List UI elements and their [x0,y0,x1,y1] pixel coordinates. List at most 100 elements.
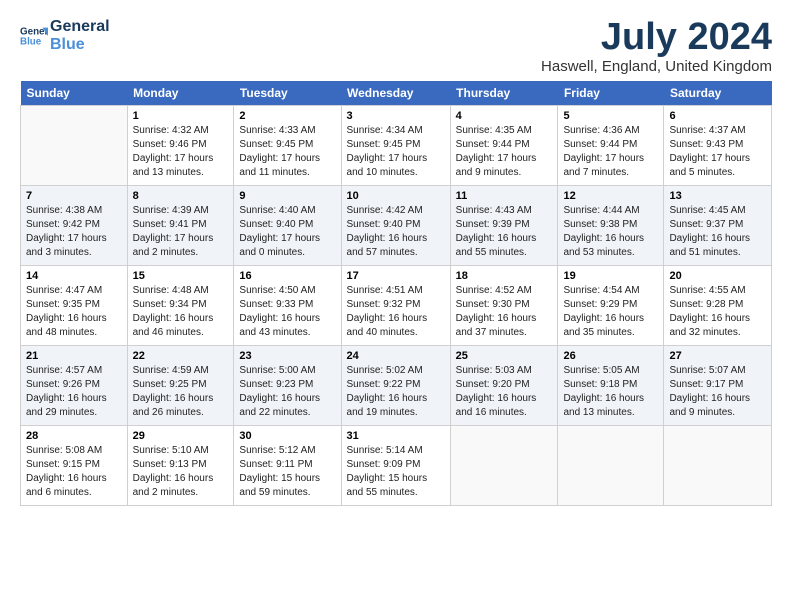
day-info: Sunrise: 5:10 AMSunset: 9:13 PMDaylight:… [133,444,229,500]
calendar-cell: 26 Sunrise: 5:05 AMSunset: 9:18 PMDayligh… [558,346,664,426]
day-info: Sunrise: 4:39 AMSunset: 9:41 PMDaylight:… [133,204,229,260]
day-number: 28 [26,430,122,442]
day-info: Sunrise: 4:38 AMSunset: 9:42 PMDaylight:… [26,204,122,260]
day-number: 29 [133,430,229,442]
day-number: 11 [456,190,553,202]
day-info: Sunrise: 4:54 AMSunset: 9:29 PMDaylight:… [563,284,658,340]
calendar-cell: 17 Sunrise: 4:51 AMSunset: 9:32 PMDayligh… [341,266,450,346]
day-info: Sunrise: 5:02 AMSunset: 9:22 PMDaylight:… [347,364,445,420]
day-number: 2 [239,110,335,122]
calendar-cell: 5Sunrise: 4:36 AMSunset: 9:44 PMDaylight… [558,106,664,186]
calendar-cell: 4Sunrise: 4:35 AMSunset: 9:44 PMDaylight… [450,106,558,186]
day-number: 31 [347,430,445,442]
day-number: 15 [133,270,229,282]
day-info: Sunrise: 5:05 AMSunset: 9:18 PMDaylight:… [563,364,658,420]
day-info: Sunrise: 5:12 AMSunset: 9:11 PMDaylight:… [239,444,335,500]
day-number: 8 [133,190,229,202]
calendar-week-row: 14 Sunrise: 4:47 AMSunset: 9:35 PMDayligh… [21,266,772,346]
header-wednesday: Wednesday [341,81,450,106]
calendar-cell: 11Sunrise: 4:43 AMSunset: 9:39 PMDayligh… [450,186,558,266]
svg-text:Blue: Blue [20,36,42,47]
header: General Blue General Blue July 2024 Hasw… [20,18,772,75]
calendar-cell: 8 Sunrise: 4:39 AMSunset: 9:41 PMDaylight… [127,186,234,266]
calendar-cell [558,426,664,506]
day-info: Sunrise: 4:59 AMSunset: 9:25 PMDaylight:… [133,364,229,420]
day-number: 23 [239,350,335,362]
day-number: 7 [26,190,122,202]
day-number: 4 [456,110,553,122]
day-info: Sunrise: 4:48 AMSunset: 9:34 PMDaylight:… [133,284,229,340]
calendar-week-row: 21Sunrise: 4:57 AMSunset: 9:26 PMDayligh… [21,346,772,426]
logo-text: General Blue [50,18,110,53]
day-info: Sunrise: 5:03 AMSunset: 9:20 PMDaylight:… [456,364,553,420]
day-info: Sunrise: 4:45 AMSunset: 9:37 PMDaylight:… [669,204,766,260]
day-info: Sunrise: 4:42 AMSunset: 9:40 PMDaylight:… [347,204,445,260]
calendar-cell: 12 Sunrise: 4:44 AMSunset: 9:38 PMDayligh… [558,186,664,266]
day-number: 24 [347,350,445,362]
day-number: 12 [563,190,658,202]
day-number: 19 [563,270,658,282]
header-tuesday: Tuesday [234,81,341,106]
calendar-cell: 18 Sunrise: 4:52 AMSunset: 9:30 PMDayligh… [450,266,558,346]
calendar-cell: 19 Sunrise: 4:54 AMSunset: 9:29 PMDayligh… [558,266,664,346]
calendar-cell: 15 Sunrise: 4:48 AMSunset: 9:34 PMDayligh… [127,266,234,346]
day-info: Sunrise: 4:34 AMSunset: 9:45 PMDaylight:… [347,124,445,180]
day-number: 16 [239,270,335,282]
calendar-cell: 14 Sunrise: 4:47 AMSunset: 9:35 PMDayligh… [21,266,128,346]
calendar-header: Sunday Monday Tuesday Wednesday Thursday… [21,81,772,106]
day-number: 10 [347,190,445,202]
day-info: Sunrise: 4:37 AMSunset: 9:43 PMDaylight:… [669,124,766,180]
calendar-cell: 9Sunrise: 4:40 AMSunset: 9:40 PMDaylight… [234,186,341,266]
day-number: 3 [347,110,445,122]
calendar-cell: 16Sunrise: 4:50 AMSunset: 9:33 PMDayligh… [234,266,341,346]
calendar-cell: 22 Sunrise: 4:59 AMSunset: 9:25 PMDayligh… [127,346,234,426]
header-saturday: Saturday [664,81,772,106]
page-container: General Blue General Blue July 2024 Hasw… [0,0,792,516]
day-number: 17 [347,270,445,282]
day-number: 13 [669,190,766,202]
calendar-table: Sunday Monday Tuesday Wednesday Thursday… [20,81,772,506]
calendar-cell [21,106,128,186]
calendar-cell: 20Sunrise: 4:55 AMSunset: 9:28 PMDayligh… [664,266,772,346]
day-info: Sunrise: 5:08 AMSunset: 9:15 PMDaylight:… [26,444,122,500]
calendar-cell: 24 Sunrise: 5:02 AMSunset: 9:22 PMDayligh… [341,346,450,426]
calendar-cell: 31 Sunrise: 5:14 AMSunset: 9:09 PMDayligh… [341,426,450,506]
day-number: 25 [456,350,553,362]
calendar-cell: 29 Sunrise: 5:10 AMSunset: 9:13 PMDayligh… [127,426,234,506]
logo: General Blue General Blue [20,18,110,53]
header-monday: Monday [127,81,234,106]
calendar-body: 1 Sunrise: 4:32 AMSunset: 9:46 PMDaylight… [21,106,772,506]
day-number: 26 [563,350,658,362]
day-number: 27 [669,350,766,362]
day-info: Sunrise: 4:33 AMSunset: 9:45 PMDaylight:… [239,124,335,180]
calendar-week-row: 1 Sunrise: 4:32 AMSunset: 9:46 PMDaylight… [21,106,772,186]
day-info: Sunrise: 4:51 AMSunset: 9:32 PMDaylight:… [347,284,445,340]
calendar-cell [450,426,558,506]
calendar-cell: 25 Sunrise: 5:03 AMSunset: 9:20 PMDayligh… [450,346,558,426]
calendar-cell: 13 Sunrise: 4:45 AMSunset: 9:37 PMDayligh… [664,186,772,266]
day-number: 9 [239,190,335,202]
day-number: 1 [133,110,229,122]
day-info: Sunrise: 4:32 AMSunset: 9:46 PMDaylight:… [133,124,229,180]
calendar-cell: 6 Sunrise: 4:37 AMSunset: 9:43 PMDaylight… [664,106,772,186]
month-title: July 2024 [541,18,772,56]
day-number: 6 [669,110,766,122]
day-info: Sunrise: 5:00 AMSunset: 9:23 PMDaylight:… [239,364,335,420]
day-info: Sunrise: 4:44 AMSunset: 9:38 PMDaylight:… [563,204,658,260]
calendar-cell: 30Sunrise: 5:12 AMSunset: 9:11 PMDayligh… [234,426,341,506]
day-number: 14 [26,270,122,282]
day-info: Sunrise: 4:52 AMSunset: 9:30 PMDaylight:… [456,284,553,340]
calendar-cell: 7 Sunrise: 4:38 AMSunset: 9:42 PMDaylight… [21,186,128,266]
calendar-cell: 10 Sunrise: 4:42 AMSunset: 9:40 PMDayligh… [341,186,450,266]
calendar-cell: 27Sunrise: 5:07 AMSunset: 9:17 PMDayligh… [664,346,772,426]
day-number: 5 [563,110,658,122]
day-number: 22 [133,350,229,362]
header-sunday: Sunday [21,81,128,106]
calendar-cell: 1 Sunrise: 4:32 AMSunset: 9:46 PMDaylight… [127,106,234,186]
header-thursday: Thursday [450,81,558,106]
day-number: 18 [456,270,553,282]
day-info: Sunrise: 5:14 AMSunset: 9:09 PMDaylight:… [347,444,445,500]
day-info: Sunrise: 4:47 AMSunset: 9:35 PMDaylight:… [26,284,122,340]
calendar-cell: 28 Sunrise: 5:08 AMSunset: 9:15 PMDayligh… [21,426,128,506]
calendar-cell: 3 Sunrise: 4:34 AMSunset: 9:45 PMDaylight… [341,106,450,186]
